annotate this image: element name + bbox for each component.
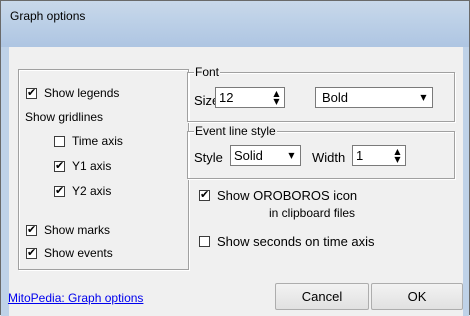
font-group: Font Size 12 ▲ ▼ Bold ▼	[187, 65, 455, 122]
font-size-spinner[interactable]: 12 ▲ ▼	[215, 87, 285, 108]
y1-axis-label: Y1 axis	[72, 159, 112, 173]
spinner-arrows-icon[interactable]: ▲ ▼	[390, 146, 405, 165]
ok-button[interactable]: OK	[371, 283, 463, 310]
display-options-panel: Show legends Show gridlines Time axis Y1…	[18, 69, 189, 270]
window-title: Graph options	[10, 9, 86, 23]
y1-axis-checkbox[interactable]: Y1 axis	[54, 159, 111, 173]
width-label: Width	[312, 150, 346, 165]
show-marks-checkbox[interactable]: Show marks	[26, 223, 110, 237]
show-oroboros-icon-label-line2: in clipboard files	[269, 206, 356, 220]
show-oroboros-icon-label: Show OROBOROS icon	[217, 188, 358, 203]
checkbox-box	[26, 223, 37, 236]
cancel-button-label: Cancel	[301, 289, 343, 304]
event-line-style-value: Solid	[234, 148, 263, 163]
show-legends-label: Show legends	[44, 86, 120, 100]
event-line-width-value: 1	[356, 148, 364, 163]
chevron-down-icon[interactable]: ▼	[415, 88, 432, 107]
font-weight-value: Bold	[322, 90, 349, 105]
show-oroboros-icon-checkbox[interactable]: Show OROBOROS icon	[199, 188, 357, 203]
chevron-down-icon[interactable]: ▼	[283, 146, 300, 165]
show-gridlines-label: Show gridlines	[25, 110, 104, 124]
show-events-label: Show events	[44, 246, 113, 260]
event-line-style-group: Event line style Style Solid ▼ Width 1 ▲…	[187, 124, 455, 179]
time-axis-label: Time axis	[72, 134, 123, 148]
font-group-label: Font	[194, 65, 221, 79]
graph-options-dialog: Graph options Show legends Show gridline…	[0, 0, 470, 316]
dialog-client-area: Show legends Show gridlines Time axis Y1…	[8, 47, 463, 316]
checkbox-box	[26, 86, 37, 99]
show-marks-label: Show marks	[44, 223, 111, 237]
show-legends-checkbox[interactable]: Show legends	[26, 86, 119, 100]
cancel-button[interactable]: Cancel	[275, 283, 369, 310]
font-weight-select[interactable]: Bold ▼	[315, 87, 433, 108]
checkbox-box	[54, 184, 65, 197]
checkbox-box	[199, 188, 210, 201]
y2-axis-label: Y2 axis	[72, 184, 112, 198]
mitopedia-help-link[interactable]: MitoPedia: Graph options	[8, 291, 143, 305]
title-bar[interactable]: Graph options	[1, 1, 469, 47]
window-frame-right	[463, 47, 469, 316]
checkbox-box	[54, 135, 65, 147]
style-label: Style	[194, 150, 223, 165]
event-line-style-select[interactable]: Solid ▼	[230, 145, 301, 166]
window-frame-left	[1, 47, 9, 316]
checkbox-box	[26, 246, 37, 259]
event-line-style-group-label: Event line style	[194, 124, 277, 138]
spinner-arrows-icon[interactable]: ▲ ▼	[269, 88, 284, 107]
event-line-width-spinner[interactable]: 1 ▲ ▼	[352, 145, 406, 166]
show-seconds-checkbox[interactable]: Show seconds on time axis	[199, 234, 375, 249]
font-size-value: 12	[219, 90, 234, 105]
show-seconds-label: Show seconds on time axis	[217, 234, 375, 249]
y2-axis-checkbox[interactable]: Y2 axis	[54, 184, 111, 198]
checkbox-box	[199, 236, 210, 247]
ok-button-label: OK	[407, 289, 427, 304]
checkbox-box	[54, 159, 65, 172]
time-axis-checkbox[interactable]: Time axis	[54, 134, 123, 148]
show-events-checkbox[interactable]: Show events	[26, 246, 113, 260]
